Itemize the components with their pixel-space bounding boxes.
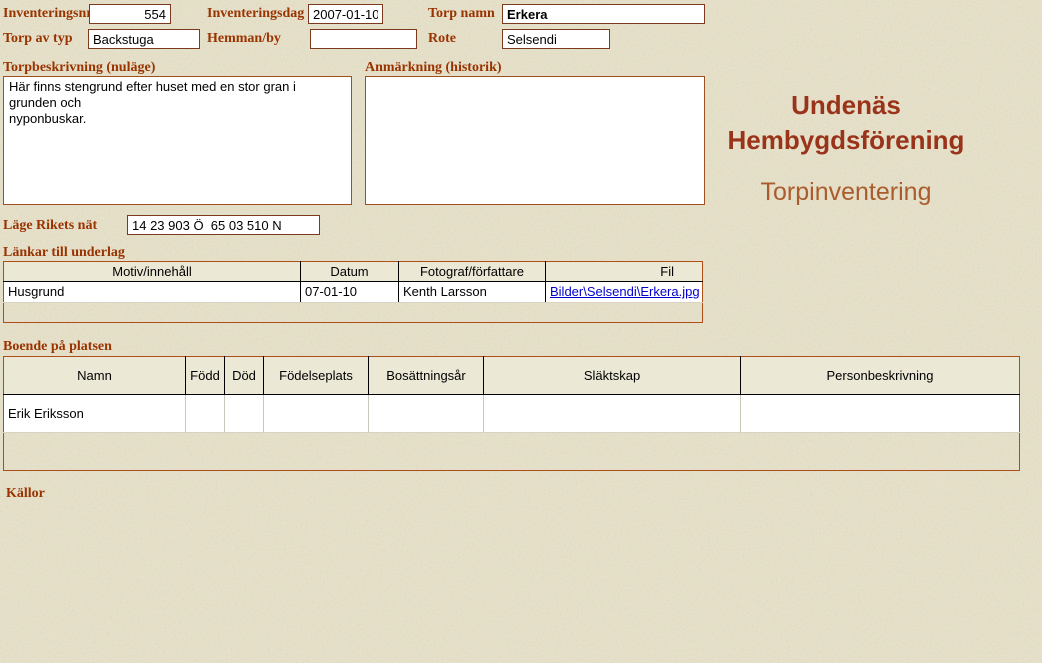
lage-label: Läge Rikets nät: [3, 218, 98, 233]
residents-table: Namn Född Död Födelseplats Bosättningsår…: [3, 356, 1020, 471]
sources-heading: Källor: [6, 486, 45, 501]
residents-col-namn: Namn: [3, 356, 186, 395]
residents-col-fodelseplats: Födelseplats: [263, 356, 369, 395]
org-title-line2: Hembygdsförening: [727, 125, 965, 155]
residents-cell-slaktskap[interactable]: [483, 394, 741, 433]
anmarkning-textarea[interactable]: [365, 76, 705, 205]
links-col-fotograf: Fotograf/författare: [398, 261, 546, 283]
residents-cell-personbeskrivning[interactable]: [740, 394, 1020, 433]
links-table-row: Husgrund 07-01-10 Kenth Larsson Bilder\S…: [3, 281, 703, 303]
links-table: Motiv/innehåll Datum Fotograf/författare…: [3, 261, 703, 323]
residents-cell-namn[interactable]: Erik Eriksson: [3, 394, 186, 433]
residents-cell-bosattningsar[interactable]: [368, 394, 484, 433]
hemmanby-input[interactable]: [310, 29, 417, 49]
app-subtitle: Torpinventering: [760, 178, 932, 206]
links-cell-datum[interactable]: 07-01-10: [300, 281, 399, 303]
inventeringsnr-input[interactable]: [89, 4, 171, 24]
links-empty-area: [4, 302, 703, 322]
inventeringsnr-label: Inventeringsnr: [3, 6, 93, 21]
links-header-row: Motiv/innehåll Datum Fotograf/författare…: [3, 261, 703, 283]
residents-col-dod: Död: [224, 356, 264, 395]
links-cell-fotograf[interactable]: Kenth Larsson: [398, 281, 546, 303]
links-col-datum: Datum: [300, 261, 399, 283]
anmarkning-label: Anmärkning (historik): [365, 60, 502, 75]
residents-empty-area: [4, 433, 1020, 471]
torpnamn-input[interactable]: [502, 4, 705, 24]
residents-header-row: Namn Född Död Födelseplats Bosättningsår…: [3, 356, 1020, 395]
residents-cell-fodelseplats[interactable]: [263, 394, 369, 433]
torpnamn-label: Torp namn: [428, 6, 495, 21]
torpinventering-form: Inventeringsnr Inventeringsdag Torp namn…: [0, 0, 1042, 663]
residents-col-slaktskap: Släktskap: [483, 356, 741, 395]
torpavtyp-label: Torp av typ: [3, 31, 73, 46]
residents-col-fodd: Född: [185, 356, 225, 395]
residents-col-bosattningsar: Bosättningsår: [368, 356, 484, 395]
residents-cell-dod[interactable]: [224, 394, 264, 433]
rote-label: Rote: [428, 31, 456, 46]
residents-table-row: Erik Eriksson: [3, 394, 1020, 433]
links-cell-motiv[interactable]: Husgrund: [3, 281, 301, 303]
residents-heading: Boende på platsen: [3, 339, 112, 354]
inventeringsdag-label: Inventeringsdag: [207, 6, 305, 21]
inventeringsdag-input[interactable]: [308, 4, 383, 24]
links-col-motiv: Motiv/innehåll: [3, 261, 301, 283]
file-link[interactable]: Bilder\Selsendi\Erkera.jpg: [550, 284, 700, 299]
org-title-line1: Undenäs: [791, 90, 901, 120]
residents-col-personbeskrivning: Personbeskrivning: [740, 356, 1020, 395]
lage-input[interactable]: [127, 215, 320, 235]
hemmanby-label: Hemman/by: [207, 31, 281, 46]
org-title-block: Undenäs Hembygdsförening Torpinventering: [688, 88, 1004, 207]
rote-input[interactable]: [502, 29, 610, 49]
links-col-fil: Fil: [545, 261, 703, 283]
torpbeskrivning-label: Torpbeskrivning (nuläge): [3, 60, 156, 75]
links-cell-fil: Bilder\Selsendi\Erkera.jpg: [545, 281, 703, 303]
torpbeskrivning-textarea[interactable]: [3, 76, 352, 205]
residents-cell-fodd[interactable]: [185, 394, 225, 433]
links-heading: Länkar till underlag: [3, 245, 125, 260]
torpavtyp-input[interactable]: [88, 29, 200, 49]
